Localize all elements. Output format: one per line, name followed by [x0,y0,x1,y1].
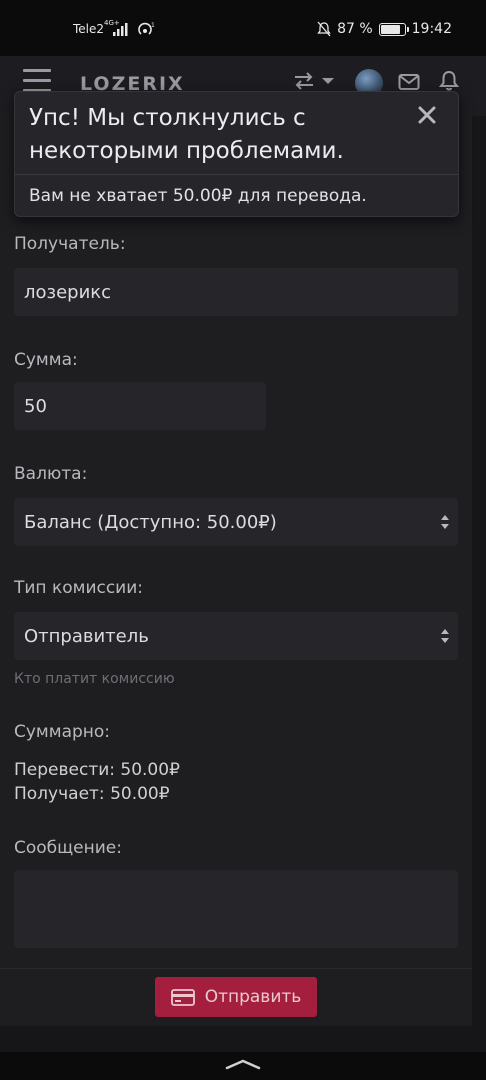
fee-type-select-value: Отправитель [24,626,149,647]
page-bottom [0,1026,486,1050]
form-footer-divider [0,968,472,969]
transfer-icon[interactable] [293,71,337,91]
submit-button[interactable]: Отправить [155,977,317,1017]
menu-icon[interactable] [23,69,51,92]
summary-label: Суммарно: [14,722,111,742]
battery-percent: 87 % [337,21,373,37]
mail-icon[interactable] [398,73,420,91]
status-bar: Tele2 4G+ 1 87 % 19:42 [0,0,486,56]
currency-select-value: Баланс (Доступно: 50.00₽) [24,512,277,533]
amount-input[interactable]: 50 [14,382,266,430]
submit-button-label: Отправить [204,987,302,1007]
svg-text:1: 1 [151,22,155,29]
alert-divider [15,174,458,175]
recipient-label: Получатель: [14,234,126,254]
battery-fill [380,24,400,34]
battery-icon [378,22,409,36]
message-label: Сообщение: [14,838,122,858]
amount-label: Сумма: [14,350,78,370]
credit-card-icon [170,988,195,1006]
select-arrows-icon [441,629,449,643]
currency-label: Валюта: [14,464,88,484]
bell-icon[interactable] [438,70,460,92]
currency-select[interactable]: Баланс (Доступно: 50.00₽) [14,498,458,546]
close-icon[interactable] [416,104,438,126]
alert-title: Упс! Мы столкнулись с некоторыми проблем… [29,105,344,164]
hotspot-icon: 1 [138,22,155,35]
fee-type-label: Тип комиссии: [14,578,144,598]
select-arrows-icon [441,515,449,529]
error-alert: Упс! Мы столкнулись с некоторыми проблем… [14,91,459,217]
chevron-up-icon[interactable] [225,1058,261,1070]
system-nav-bar [0,1052,486,1080]
recipient-input[interactable]: лозерикс [14,268,458,316]
alert-message: Вам не хватает 50.00₽ для перевода. [29,186,367,206]
status-right: 87 % 19:42 [317,21,452,37]
signal-icon [113,23,128,36]
carrier-name: Tele2 [73,22,105,36]
clock: 19:42 [411,21,452,37]
message-textarea[interactable] [14,870,458,948]
bell-off-icon [317,21,331,37]
summary-send: Перевести: 50.00₽ [14,760,180,780]
fee-type-select[interactable]: Отправитель [14,612,458,660]
fee-type-help: Кто платит комиссию [14,671,175,687]
summary-receive: Получает: 50.00₽ [14,784,170,804]
